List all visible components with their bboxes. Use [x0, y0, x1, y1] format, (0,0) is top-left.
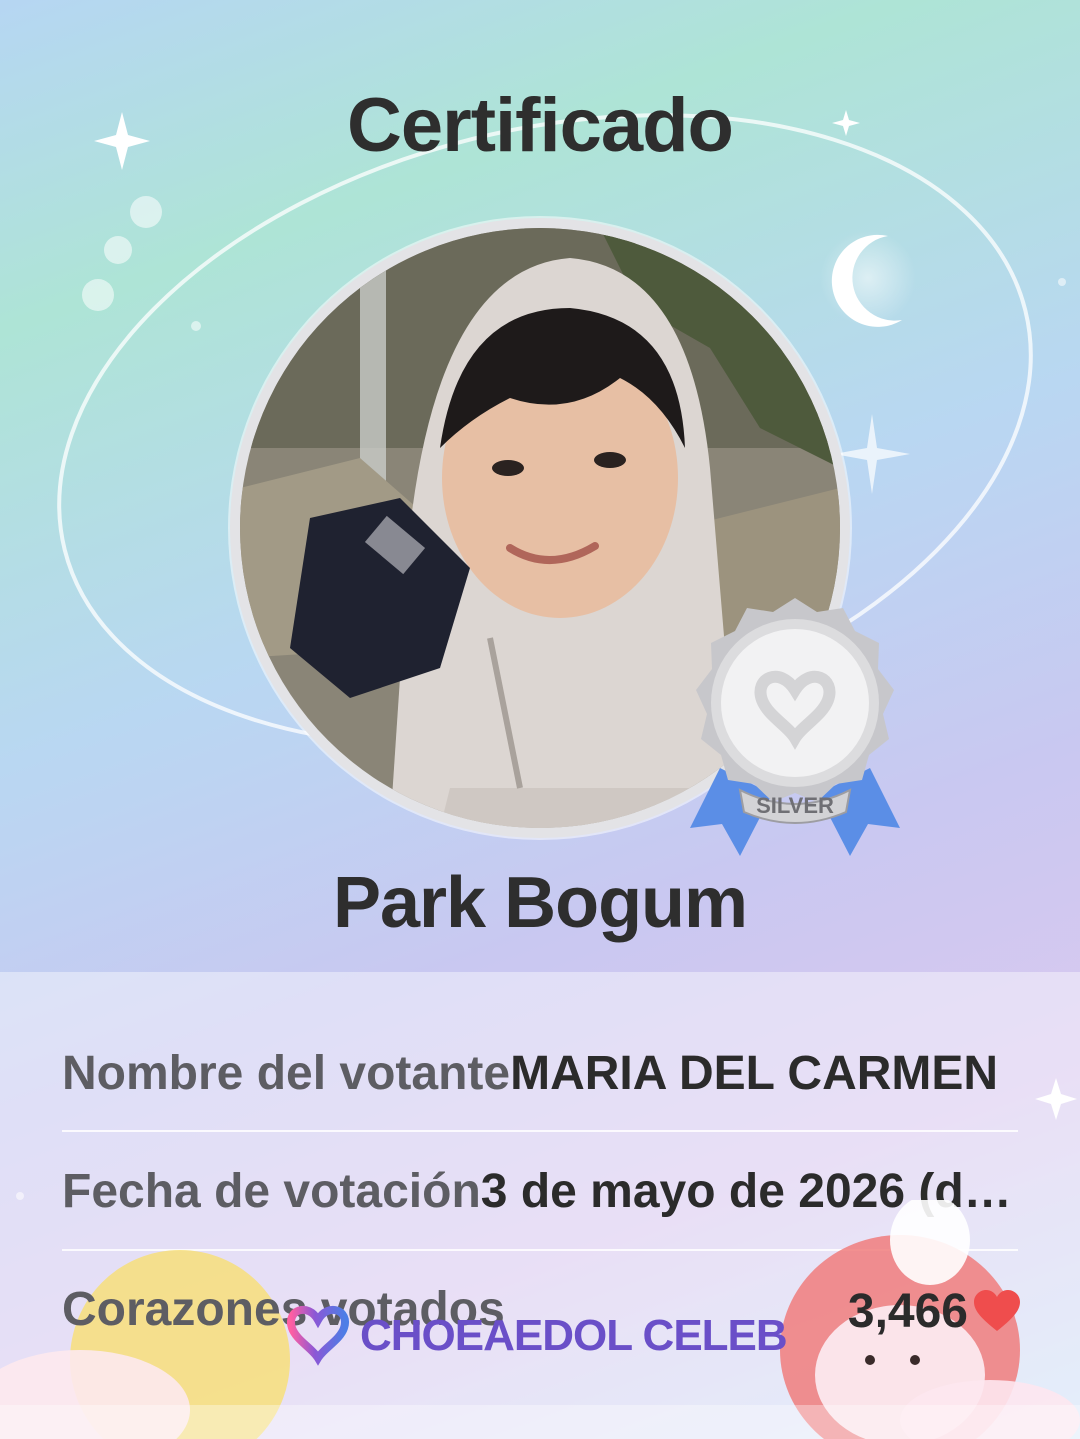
choeaedol-logo-icon: CHOEAEDOL CELEB: [287, 1305, 788, 1366]
date-label: Fecha de votación: [62, 1164, 481, 1218]
celebrity-name: Park Bogum: [332, 863, 748, 943]
heart-icon: [974, 1290, 1020, 1331]
voter-label: Nombre del votante: [62, 1046, 511, 1100]
silver-medal-icon: SILVER: [690, 598, 900, 856]
date-value: 3 de mayo de 2026 (domingo): [480, 1164, 1018, 1218]
voter-row: Nombre del votante MARIA DEL CARMEN: [62, 1014, 1018, 1132]
badge-tier-label: SILVER: [756, 793, 834, 818]
brand-name: CHOEAEDOL CELEB: [360, 1311, 787, 1360]
certificate-title: Certificado: [347, 83, 734, 168]
hearts-value: 3,466: [847, 1285, 968, 1338]
voter-value: MARIA DEL CARMEN: [510, 1046, 999, 1100]
moon-icon: [820, 230, 916, 327]
date-row: Fecha de votación 3 de mayo de 2026 (dom…: [62, 1132, 1018, 1250]
